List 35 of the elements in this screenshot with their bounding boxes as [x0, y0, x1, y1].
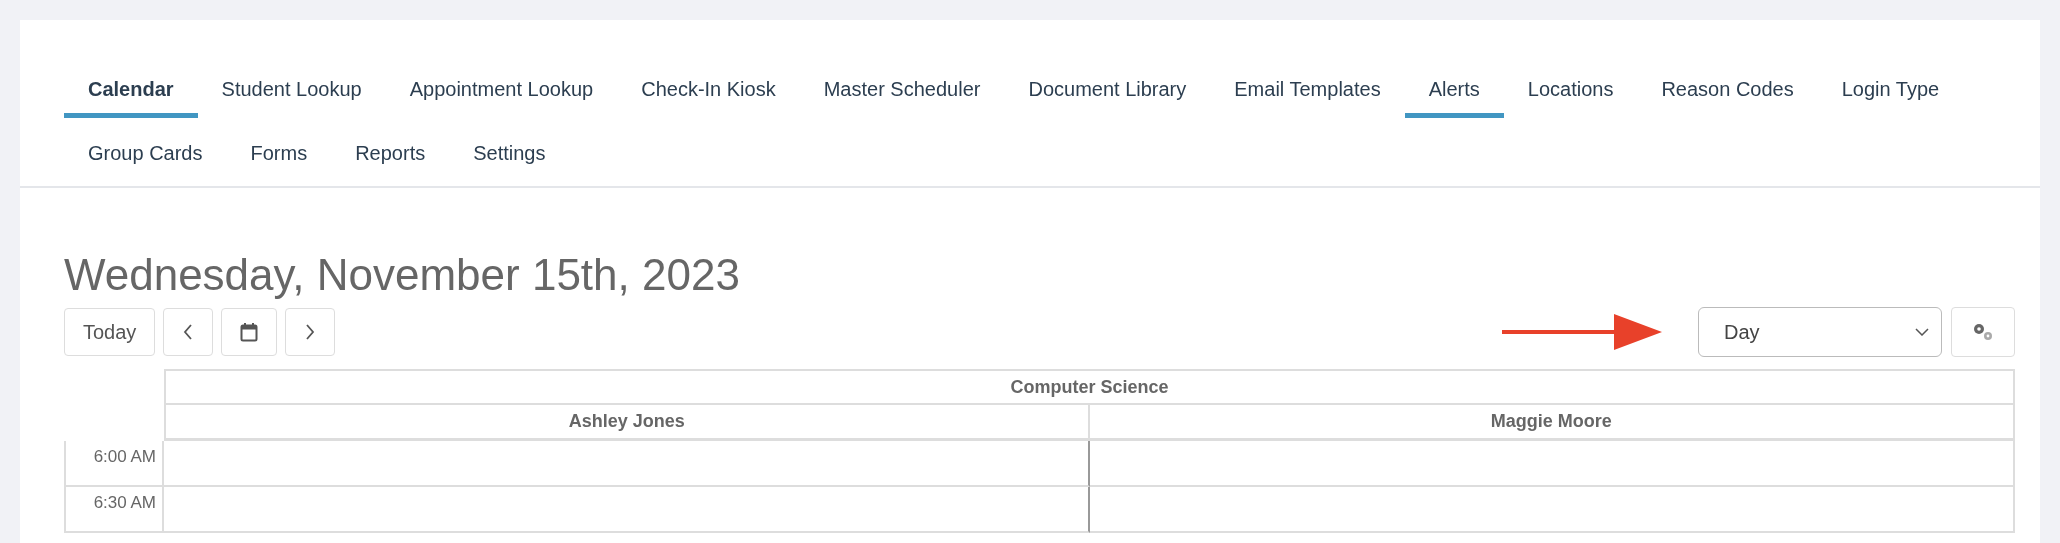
nav-tab[interactable]: Email Templates	[1210, 64, 1405, 118]
select-value: Day	[1724, 320, 1760, 345]
nav-tab[interactable]: Locations	[1503, 64, 1638, 118]
nav-tab[interactable]: Reason Codes	[1637, 64, 1818, 118]
calendar-button[interactable]	[221, 308, 278, 356]
nav-tab[interactable]: Settings	[449, 128, 570, 182]
previous-button[interactable]	[163, 308, 214, 356]
column-header: Ashley Jones	[164, 405, 1090, 441]
nav-tab[interactable]: Appointment Lookup	[385, 64, 618, 118]
nav-tab[interactable]: Group Cards	[64, 128, 227, 182]
nav-tab[interactable]: Reports	[331, 128, 450, 182]
time-label: 6:30 AM	[64, 487, 164, 533]
settings-button[interactable]	[1951, 307, 2015, 357]
nav-tab[interactable]: Master Scheduler	[799, 64, 1005, 118]
time-label: 6:00 AM	[64, 441, 164, 487]
calendar-icon	[240, 322, 259, 342]
next-button[interactable]	[285, 308, 336, 356]
chevron-left-icon	[183, 323, 194, 341]
nav-tab[interactable]: Check-In Kiosk	[617, 64, 800, 118]
chevron-right-icon	[305, 323, 316, 341]
settings-icon	[1971, 322, 1995, 342]
chevron-down-icon	[1915, 328, 1929, 336]
nav-tab[interactable]: Student Lookup	[197, 64, 386, 118]
nav-tab[interactable]: Login Type	[1817, 64, 1964, 118]
nav-tab[interactable]: Calendar	[64, 64, 198, 118]
nav-tab[interactable]: Forms	[226, 128, 332, 182]
date-title: Wednesday, November 15th, 2023	[64, 249, 741, 301]
time-slot[interactable]	[164, 487, 1090, 533]
nav-tab[interactable]: Document Library	[1004, 64, 1211, 118]
group-header: Computer Science	[164, 369, 2015, 405]
time-slot[interactable]	[164, 441, 1090, 487]
today-button[interactable]: Today	[64, 308, 156, 356]
nav-tab[interactable]: Alerts	[1404, 64, 1504, 118]
view-select[interactable]: Day	[1698, 307, 1942, 357]
column-header: Maggie Moore	[1089, 405, 2015, 441]
